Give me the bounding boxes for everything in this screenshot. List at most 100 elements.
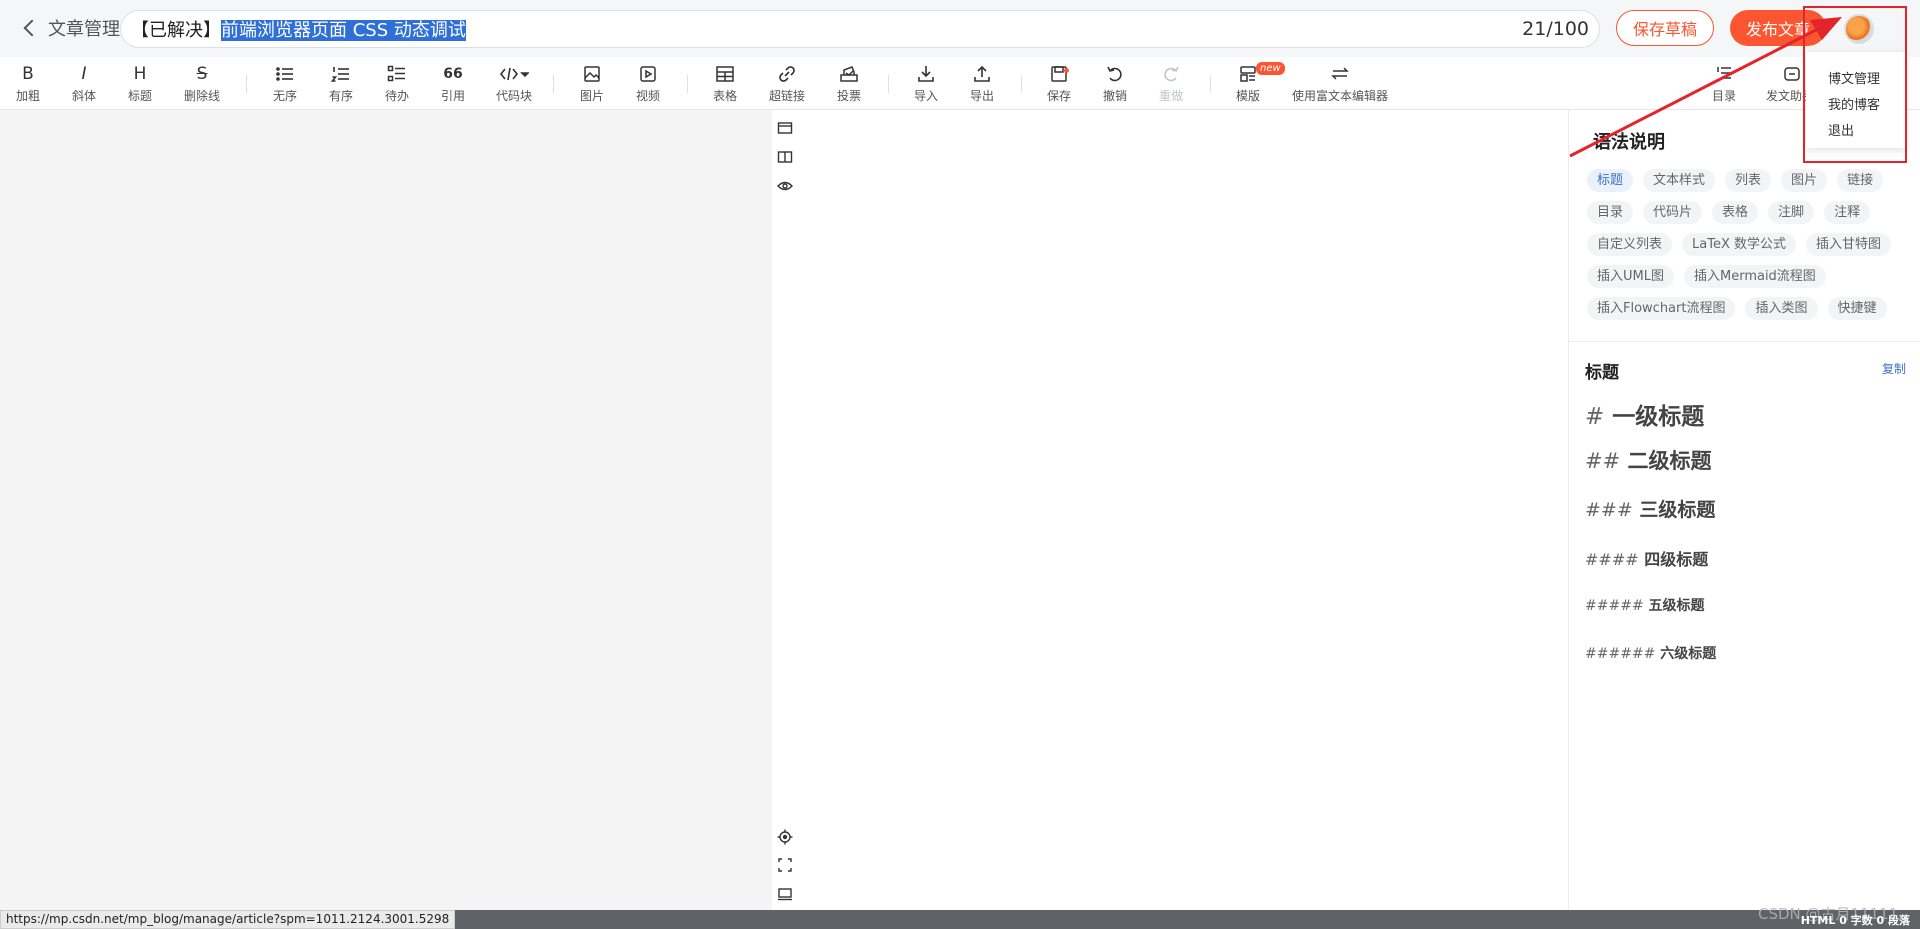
screen-mode-icon[interactable] xyxy=(776,885,794,903)
video-icon xyxy=(638,63,658,85)
italic-label: 斜体 xyxy=(71,89,96,103)
quote-label: 引用 xyxy=(440,89,465,103)
fullscreen-icon[interactable] xyxy=(776,856,794,874)
ordered-list-icon xyxy=(331,63,351,85)
ordered-list-button[interactable]: 有序 xyxy=(313,63,369,107)
syntax-tag[interactable]: 自定义列表 xyxy=(1587,233,1673,256)
article-title-text[interactable]: 【已解决】前端浏览器页面 CSS 动态调试 xyxy=(131,16,466,42)
syntax-tag[interactable]: 代码片 xyxy=(1643,201,1703,224)
save-draft-button[interactable]: 保存草稿 xyxy=(1616,10,1714,46)
editor-stats: HTML 0 字数 0 段落 xyxy=(1800,914,1910,927)
syntax-tag[interactable]: 插入类图 xyxy=(1745,297,1818,320)
editor-toolbar: B 加粗 I 斜体 H 标题 S 删除线 无序 有序 待办 66 引用 代码块 … xyxy=(0,57,1920,110)
syntax-tag[interactable]: 标题 xyxy=(1587,169,1634,192)
locate-cursor-icon[interactable] xyxy=(776,828,794,846)
syntax-tag[interactable]: 注脚 xyxy=(1768,201,1815,224)
toolbar-divider xyxy=(888,75,889,93)
italic-button[interactable]: I 斜体 xyxy=(56,63,112,107)
syntax-tag[interactable]: 注释 xyxy=(1824,201,1871,224)
unordered-list-button[interactable]: 无序 xyxy=(257,63,313,107)
bold-button[interactable]: B 加粗 xyxy=(0,63,56,107)
table-icon xyxy=(715,63,735,85)
export-label: 导出 xyxy=(969,89,994,103)
title-selected-text: 前端浏览器页面 CSS 动态调试 xyxy=(221,20,466,41)
chevron-left-icon xyxy=(23,19,41,37)
syntax-tag[interactable]: 快捷键 xyxy=(1827,297,1887,320)
image-button[interactable]: 图片 xyxy=(564,63,620,107)
avatar[interactable] xyxy=(1844,14,1874,44)
h3-text: 三级标题 xyxy=(1639,499,1716,521)
save-button[interactable]: 保存 xyxy=(1031,63,1087,107)
menu-item-logout[interactable]: 退出 xyxy=(1828,120,1854,139)
import-button[interactable]: 导入 xyxy=(898,63,954,107)
h6-example: ###### 六级标题 xyxy=(1585,643,1716,663)
toolbar-divider xyxy=(687,75,688,93)
layout-split-icon[interactable] xyxy=(776,148,794,166)
syntax-tag[interactable]: 插入Mermaid流程图 xyxy=(1683,265,1826,288)
save-icon xyxy=(1049,63,1069,85)
syntax-tag[interactable]: 插入Flowchart流程图 xyxy=(1587,297,1736,320)
back-to-article-management[interactable]: 文章管理 xyxy=(20,16,120,40)
table-label: 表格 xyxy=(712,89,737,103)
toc-button[interactable]: 目录 xyxy=(1696,63,1752,107)
h4-example: #### 四级标题 xyxy=(1585,546,1708,570)
bold-label: 加粗 xyxy=(15,89,40,103)
video-label: 视频 xyxy=(635,89,660,103)
undo-icon xyxy=(1105,63,1125,85)
code-block-button[interactable]: 代码块 xyxy=(484,63,544,107)
heading-icon: H xyxy=(133,64,147,84)
vote-button[interactable]: 投票 xyxy=(821,63,877,107)
syntax-tag[interactable]: 插入UML图 xyxy=(1587,265,1674,288)
title-char-count: 21/100 xyxy=(1522,18,1589,40)
strikethrough-label: 删除线 xyxy=(183,89,220,103)
menu-item-blog-management[interactable]: 博文管理 xyxy=(1828,68,1880,87)
unordered-list-icon xyxy=(275,63,295,85)
rich-text-editor-button[interactable]: 使用富文本编辑器 xyxy=(1292,63,1388,107)
export-button[interactable]: 导出 xyxy=(954,63,1010,107)
article-title-input[interactable]: 【已解决】前端浏览器页面 CSS 动态调试 21/100 xyxy=(120,10,1600,48)
syntax-tag[interactable]: 目录 xyxy=(1587,201,1634,224)
vote-icon xyxy=(839,63,859,85)
h3-hash: ### xyxy=(1585,499,1633,521)
h2-hash: ## xyxy=(1585,449,1621,473)
redo-icon xyxy=(1161,63,1181,85)
hyperlink-label: 超链接 xyxy=(768,89,805,103)
video-button[interactable]: 视频 xyxy=(620,63,676,107)
rich-text-editor-label: 使用富文本编辑器 xyxy=(1292,89,1389,103)
markdown-editor-pane[interactable] xyxy=(0,110,772,910)
syntax-tag[interactable]: 链接 xyxy=(1837,169,1884,192)
h6-text: 六级标题 xyxy=(1660,646,1717,662)
toolbar-divider xyxy=(246,75,247,93)
heading-button[interactable]: H 标题 xyxy=(112,63,168,107)
quote-button[interactable]: 66 引用 xyxy=(425,63,481,107)
syntax-tag[interactable]: 图片 xyxy=(1781,169,1828,192)
publish-article-button[interactable]: 发布文章 xyxy=(1730,10,1826,46)
layout-single-icon[interactable] xyxy=(776,119,794,137)
todo-list-button[interactable]: 待办 xyxy=(369,63,425,107)
hyperlink-button[interactable]: 超链接 xyxy=(759,63,815,107)
back-label: 文章管理 xyxy=(48,19,120,40)
table-button[interactable]: 表格 xyxy=(697,63,753,107)
syntax-tag[interactable]: LaTeX 数学公式 xyxy=(1682,233,1796,256)
user-dropdown-menu: 博文管理 我的博客 退出 xyxy=(1806,52,1906,148)
menu-item-my-blog[interactable]: 我的博客 xyxy=(1828,94,1880,113)
strikethrough-button[interactable]: S 删除线 xyxy=(174,63,230,107)
syntax-tag[interactable]: 插入甘特图 xyxy=(1806,233,1892,256)
toolbar-divider xyxy=(1021,75,1022,93)
syntax-tag[interactable]: 表格 xyxy=(1712,201,1759,224)
undo-button[interactable]: 撤销 xyxy=(1087,63,1143,107)
image-icon xyxy=(582,63,602,85)
template-button[interactable]: new 模版 xyxy=(1220,62,1285,107)
checklist-icon xyxy=(387,63,407,85)
undo-label: 撤销 xyxy=(1102,89,1127,103)
preview-eye-icon[interactable] xyxy=(776,177,794,195)
redo-button[interactable]: 重做 xyxy=(1143,63,1199,107)
quote-icon: 66 xyxy=(443,66,463,82)
syntax-tag[interactable]: 文本样式 xyxy=(1643,169,1716,192)
copy-link[interactable]: 复制 xyxy=(1882,360,1906,377)
syntax-tag[interactable]: 列表 xyxy=(1725,169,1772,192)
code-icon xyxy=(499,63,529,85)
h2-text: 二级标题 xyxy=(1627,449,1712,473)
toolbar-divider xyxy=(553,75,554,93)
assistant-icon xyxy=(1782,63,1802,85)
